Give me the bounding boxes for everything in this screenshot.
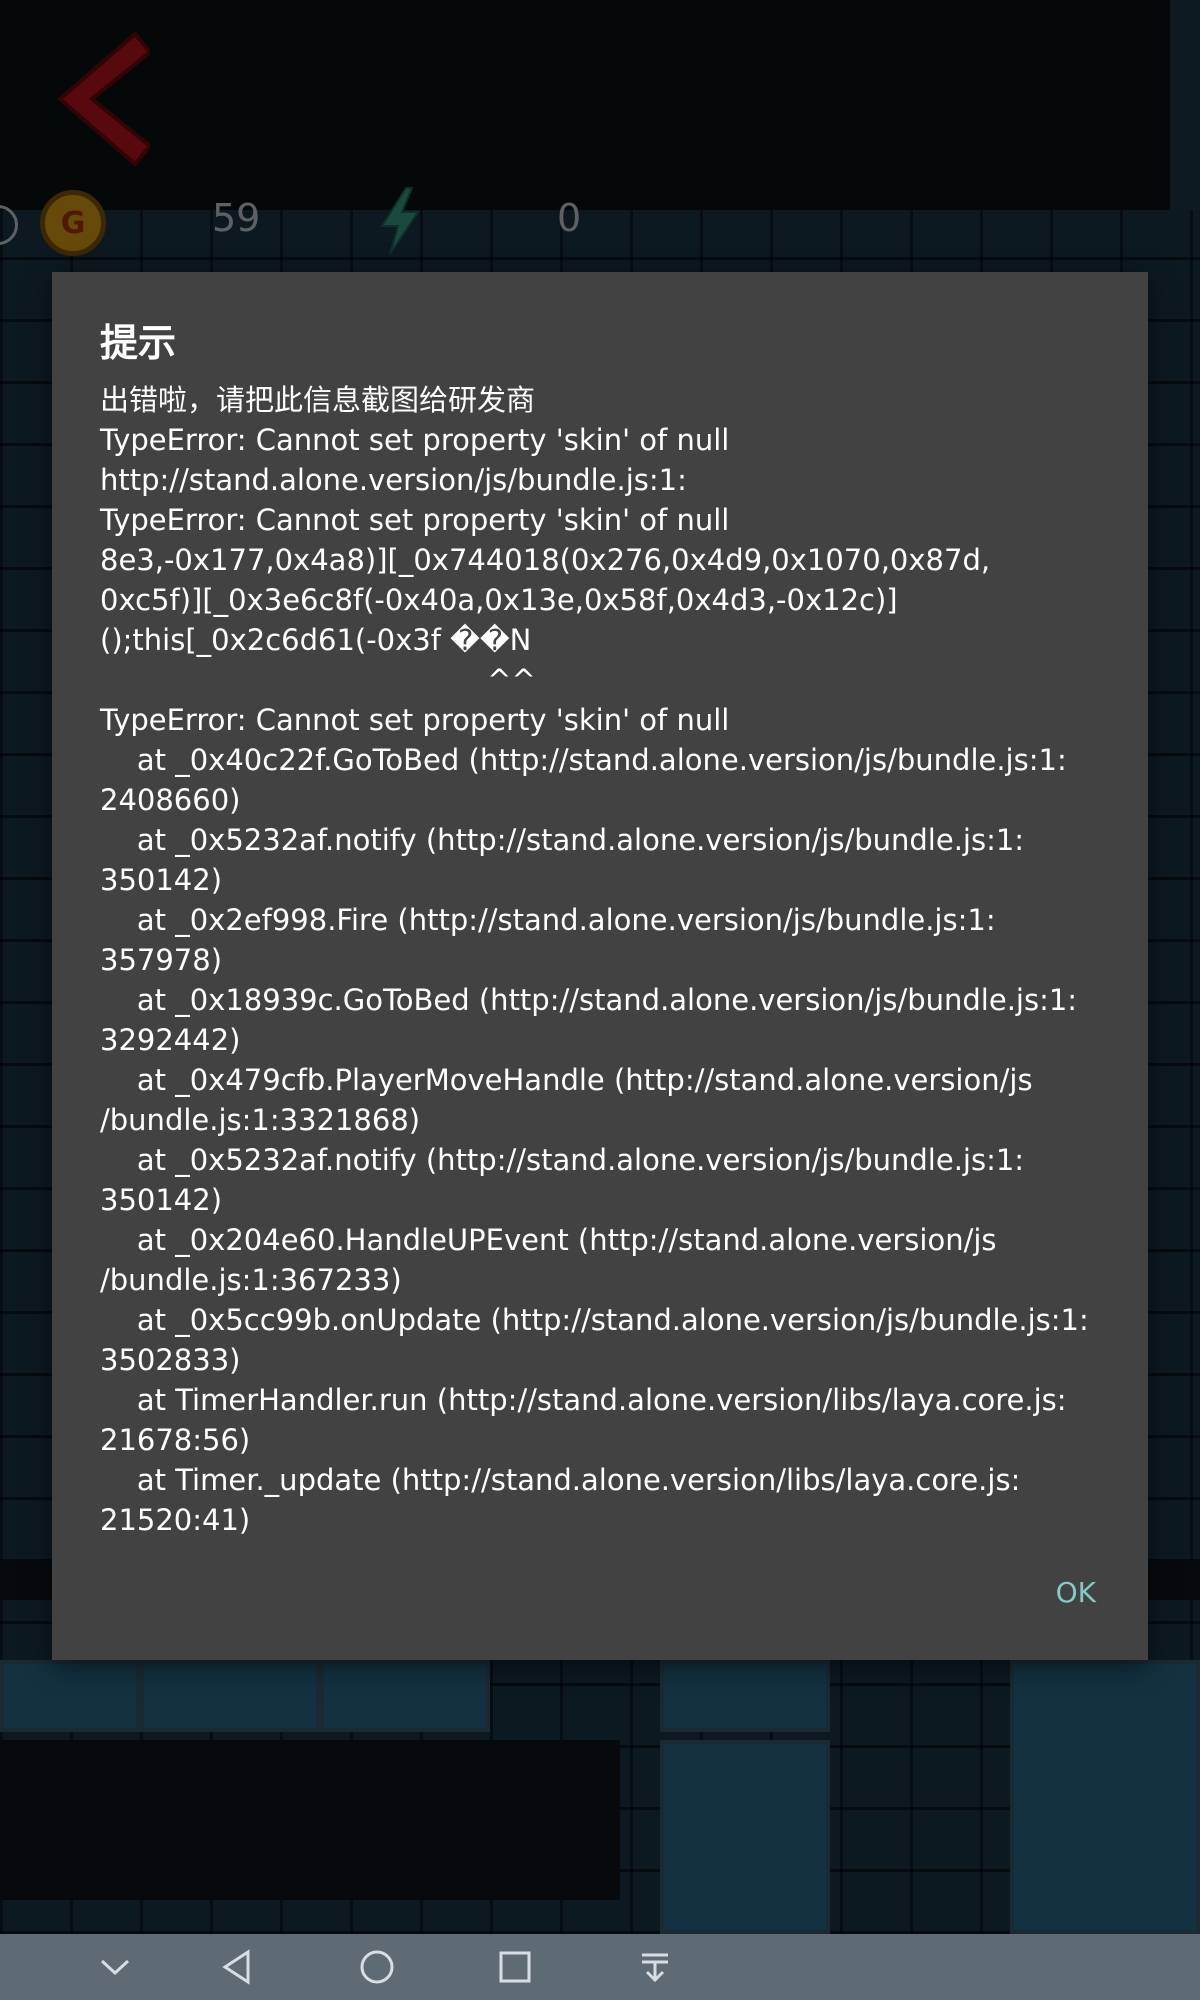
recents-icon[interactable]	[490, 1942, 540, 1992]
error-dialog: 提示 出错啦，请把此信息截图给研发商 TypeError: Cannot set…	[52, 272, 1148, 1660]
chevron-down-icon[interactable]	[90, 1942, 140, 1992]
error-message: 出错啦，请把此信息截图给研发商 TypeError: Cannot set pr…	[100, 383, 1089, 1537]
home-icon[interactable]	[352, 1942, 402, 1992]
ok-button[interactable]: OK	[1056, 1576, 1096, 1609]
system-navigation-bar	[0, 1934, 1200, 2000]
pull-down-icon[interactable]	[630, 1942, 680, 1992]
back-icon[interactable]	[212, 1942, 262, 1992]
dialog-title: 提示	[100, 321, 177, 365]
